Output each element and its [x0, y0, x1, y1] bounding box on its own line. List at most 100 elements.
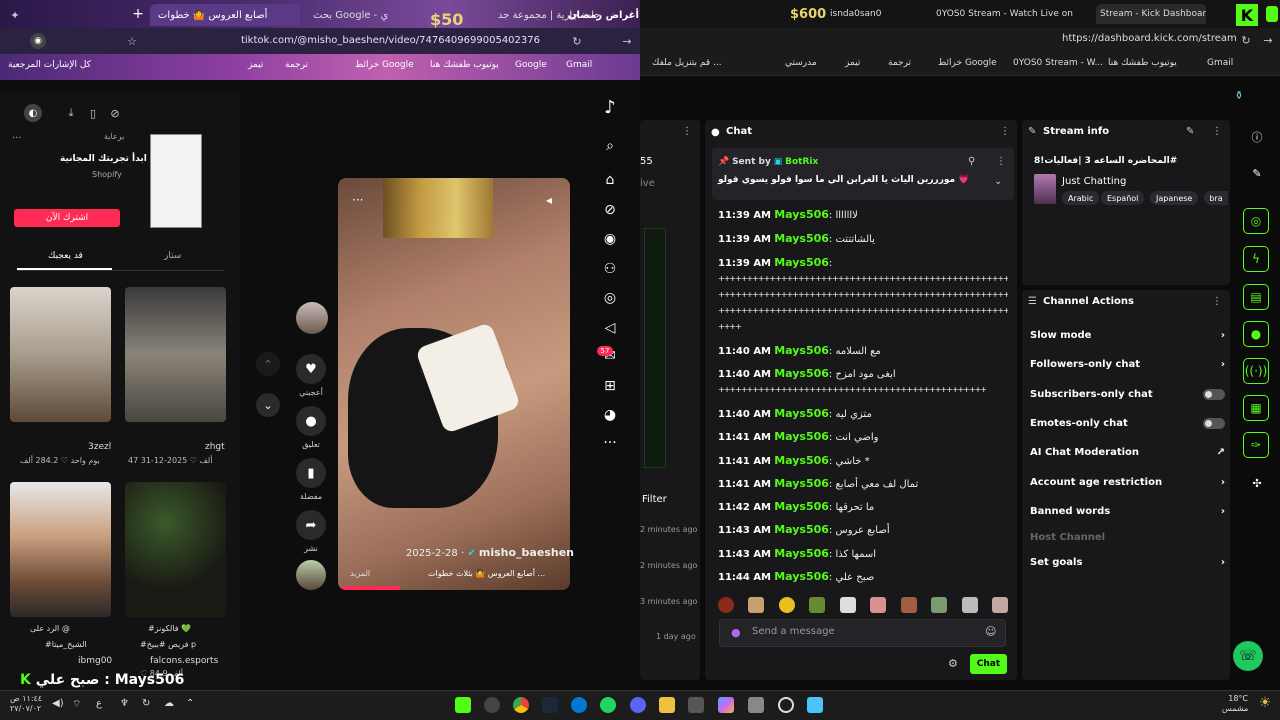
back-icon[interactable]: → — [1262, 33, 1274, 47]
bookmark-maps[interactable]: خرائط Google — [355, 60, 414, 70]
chat-message[interactable]: 11:43 AM Mays506: اسمها كذا — [718, 547, 1008, 560]
chat-message[interactable]: 11:39 AM Mays506: لااااااا — [718, 208, 1008, 221]
download-icon[interactable]: ⤓ — [62, 104, 80, 122]
chat-message[interactable]: 11:42 AM Mays506: ما تحرقها — [718, 500, 1008, 513]
profile-icon[interactable]: ◉ — [30, 33, 46, 49]
search-taskbar-icon[interactable] — [778, 697, 794, 713]
clipboard-icon[interactable]: ▤ — [1243, 284, 1269, 310]
chevron-down-icon[interactable]: ⌄ — [994, 176, 1002, 187]
settings-icon[interactable]: ⚙ — [948, 657, 958, 670]
compass-icon[interactable]: ⊘ — [106, 104, 124, 122]
url-field[interactable]: https://dashboard.kick.com/stream — [1062, 33, 1237, 44]
new-tab-icon[interactable]: + — [130, 6, 146, 22]
emotes-only-toggle[interactable] — [1203, 418, 1225, 429]
chat-message[interactable]: 11:41 AM Mays506: تمال لف معي أصابع — [718, 477, 1008, 490]
volume-icon[interactable]: ◂ — [541, 192, 557, 208]
emote-icon[interactable] — [961, 597, 978, 613]
chat-message[interactable]: 11:40 AM Mays506: ابغى مود امزح — [718, 367, 1008, 380]
layout-icon[interactable]: ▦ — [1243, 395, 1269, 421]
star-icon[interactable]: ☆ — [125, 34, 139, 48]
wrench-icon[interactable]: ✑ — [1243, 432, 1269, 458]
edge-icon[interactable] — [571, 697, 587, 713]
broadcast-icon[interactable]: ((·)) — [1243, 358, 1269, 384]
bookmark-gmail[interactable]: Gmail — [566, 60, 592, 70]
prev-video-button[interactable]: ⌃ — [256, 352, 280, 376]
creator-avatar[interactable] — [296, 302, 328, 334]
puzzle-icon[interactable]: ✣ — [1250, 476, 1264, 490]
url-field[interactable]: tiktok.com/@misho_baeshen/video/74764096… — [180, 31, 540, 51]
sound-avatar[interactable] — [296, 560, 326, 590]
ai-moderation-item[interactable]: AI Chat Moderation ↗ — [1030, 447, 1225, 458]
spotify-icon[interactable] — [600, 697, 616, 713]
device-icon[interactable]: ▯ — [84, 104, 102, 122]
emotes-only-item[interactable]: Emotes-only chat — [1030, 418, 1225, 429]
search-icon[interactable]: ⌕ — [600, 136, 620, 156]
chat-message[interactable]: 11:40 AM Mays506: مع السلامه — [718, 344, 1008, 357]
obs-icon[interactable] — [484, 697, 500, 713]
lang-icon[interactable]: ع — [96, 698, 102, 709]
tag-chip[interactable]: Japanese — [1150, 191, 1199, 205]
tab-0yos0-stream[interactable]: 0YOS0 Stream - Watch Live on Kic — [936, 4, 1076, 24]
chat-message[interactable]: 11:41 AM Mays506: خاشي * — [718, 454, 1008, 467]
pencil-icon[interactable]: ✎ — [1250, 166, 1264, 180]
pin-icon[interactable]: ⚲ — [968, 156, 975, 167]
bookmark-maps[interactable]: خرائط Google — [938, 58, 997, 68]
account-age-item[interactable]: Account age restriction › — [1030, 477, 1225, 488]
bookmark-button[interactable]: ▮ — [296, 458, 326, 488]
chat-bubble-icon[interactable]: ● — [1243, 321, 1269, 347]
bookmark-gmail[interactable]: Gmail — [1207, 58, 1233, 68]
tag-chip[interactable]: Español — [1101, 191, 1145, 205]
thumb-author[interactable]: falcons.esports — [150, 656, 218, 666]
tab-kick-dashboard[interactable]: Stream - Kick Dashboard — [1096, 4, 1206, 24]
info-icon[interactable]: ⓘ — [1250, 130, 1264, 144]
chat-message[interactable]: 11:39 AM Mays506: — [718, 256, 1008, 269]
thumb-author[interactable]: 3zezl — [88, 442, 111, 452]
bookmark-google[interactable]: Google — [515, 60, 547, 70]
more-menu-icon[interactable]: ··· — [600, 433, 620, 453]
task-view-icon[interactable] — [748, 697, 764, 713]
share-button[interactable]: ➦ — [296, 510, 326, 540]
ad-subscribe-button[interactable]: اشترك الآن — [14, 209, 120, 227]
bookmark-all[interactable]: كل الإشارات المرجعية — [8, 60, 91, 70]
video-thumb-3[interactable] — [10, 482, 111, 617]
live-avatar-icon[interactable]: ◉ — [600, 229, 620, 249]
emote-icon[interactable] — [931, 597, 948, 613]
next-video-button[interactable]: ⌄ — [256, 393, 280, 417]
explore-icon[interactable]: ⊘ — [600, 200, 620, 220]
mic-icon[interactable]: ● — [731, 626, 741, 639]
emote-icon[interactable] — [809, 597, 826, 613]
banned-words-item[interactable]: Banned words › — [1030, 506, 1225, 517]
reload-icon[interactable]: ↻ — [570, 34, 584, 48]
chat-message[interactable]: 11:39 AM Mays506: يالشاتتتت — [718, 232, 1008, 245]
comment-button[interactable]: ● — [296, 406, 326, 436]
video-player[interactable] — [338, 178, 570, 590]
copilot-icon[interactable] — [718, 697, 734, 713]
following-icon[interactable]: ⚇ — [600, 259, 620, 279]
profile-avatar-icon[interactable]: ◕ — [600, 405, 620, 425]
emote-icon[interactable] — [870, 597, 887, 613]
emote-icon[interactable] — [778, 597, 795, 613]
thumb-author[interactable]: zhgt — [205, 442, 225, 452]
kick-studio-icon[interactable] — [455, 697, 471, 713]
chrome-icon[interactable] — [513, 697, 529, 713]
subscribers-only-toggle[interactable] — [1203, 389, 1225, 400]
globe-icon[interactable]: ◐ — [24, 104, 42, 122]
bookmark-0yos0[interactable]: 0YOS0 Stream - W... — [1013, 58, 1103, 68]
edit-icon[interactable]: ✎ — [1186, 126, 1194, 137]
steam-icon[interactable] — [542, 697, 558, 713]
progress-bar[interactable] — [338, 586, 400, 590]
chat-menu-icon[interactable]: ⋮ — [1000, 126, 1010, 137]
live-icon[interactable]: ◎ — [600, 288, 620, 308]
video-thumb-4[interactable] — [125, 482, 226, 617]
trophy-icon[interactable]: ⚱ — [1232, 86, 1246, 104]
tiktok-logo-icon[interactable]: ♪ — [600, 97, 620, 118]
emote-icon[interactable] — [900, 597, 917, 613]
channel-actions-menu-icon[interactable]: ⋮ — [1212, 296, 1222, 307]
emote-icon[interactable] — [748, 597, 765, 613]
thumb-author[interactable]: ibmg00 — [78, 656, 112, 666]
slow-mode-item[interactable]: Slow mode › — [1030, 330, 1225, 341]
chat-message[interactable]: 11:41 AM Mays506: واضي انت — [718, 430, 1008, 443]
send-icon[interactable]: ◁ — [600, 318, 620, 338]
video-more-icon[interactable]: ··· — [352, 193, 363, 207]
tab-isnda[interactable]: isnda0san0 — [830, 4, 910, 24]
